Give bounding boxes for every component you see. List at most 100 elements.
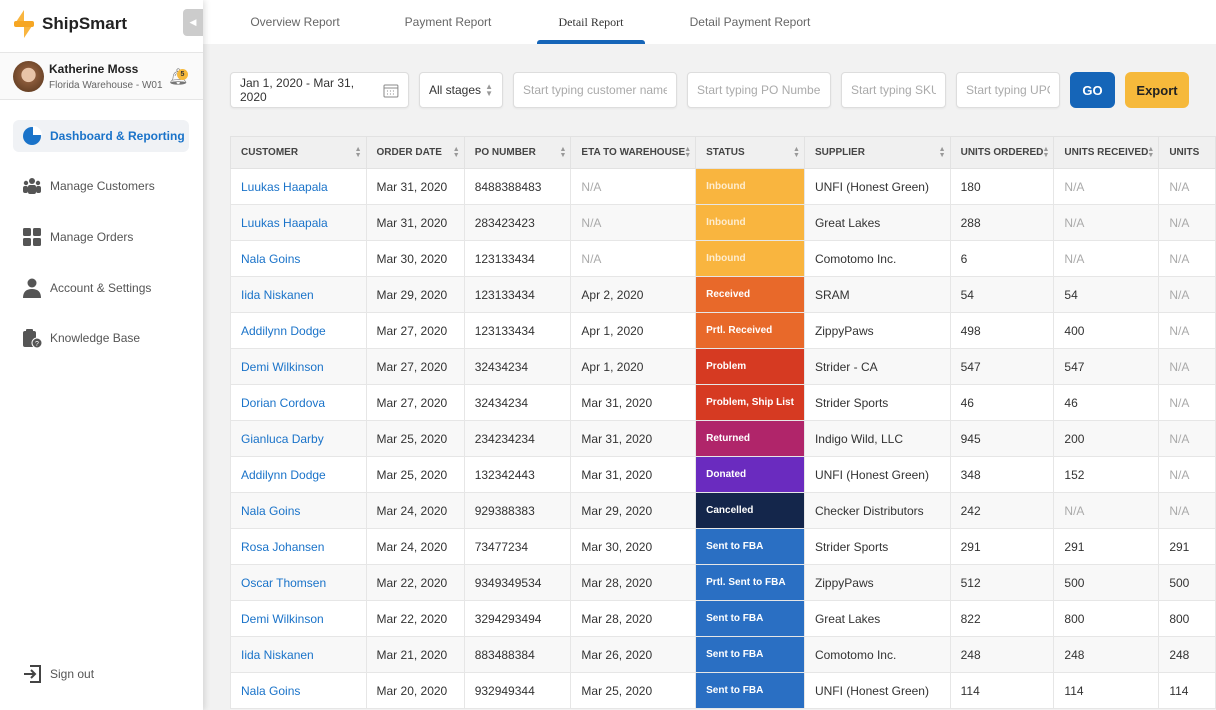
column-header-status[interactable]: STATUS ▲ ▼ — [695, 136, 805, 169]
table-row[interactable]: Addilynn Dodge Mar 27, 2020 123133434 Apr 1… — [230, 312, 1216, 349]
cell-order-date: Mar 24, 2020 — [365, 492, 465, 529]
customer-link[interactable]: Gianluca Darby — [230, 420, 367, 457]
sidebar-item-dashboard[interactable]: Dashboard & Reporting — [13, 120, 189, 152]
cell-eta: N/A — [570, 168, 697, 205]
status-badge: Sent to FBA — [695, 528, 805, 565]
sort-icon[interactable]: ▲ ▼ — [559, 146, 566, 159]
customer-link[interactable]: Nala Goins — [230, 492, 367, 529]
table-row[interactable]: Nala Goins Mar 20, 2020 932949344 Mar 25, 2… — [230, 672, 1216, 709]
sidebar-item-account[interactable]: Account & Settings — [13, 272, 189, 304]
sort-icon[interactable]: ▲ ▼ — [1147, 146, 1154, 159]
sku-search-field[interactable] — [841, 72, 946, 108]
customer-link[interactable]: Luukas Haapala — [230, 168, 367, 205]
customer-link[interactable]: Demi Wilkinson — [230, 600, 367, 637]
table-row[interactable]: Addilynn Dodge Mar 25, 2020 132342443 Mar 3… — [230, 456, 1216, 493]
status-badge: Sent to FBA — [695, 636, 805, 673]
collapse-sidebar-button[interactable]: ◀ — [183, 9, 203, 36]
po-search-field[interactable] — [687, 72, 831, 108]
logo[interactable]: ShipSmart — [12, 8, 127, 40]
export-button[interactable]: Export — [1125, 72, 1189, 108]
cell-order-date: Mar 27, 2020 — [365, 312, 465, 349]
sort-icon[interactable]: ▲ ▼ — [453, 146, 460, 159]
cell-order-date: Mar 24, 2020 — [365, 528, 465, 565]
cell-units-received: 248 — [1053, 636, 1160, 673]
cell-po-number: 283423423 — [463, 204, 572, 241]
sku-search-input[interactable] — [851, 83, 936, 97]
customer-link[interactable]: Dorian Cordova — [230, 384, 367, 421]
table-row[interactable]: Gianluca Darby Mar 25, 2020 234234234 Mar 3… — [230, 420, 1216, 457]
sidebar-item-customers[interactable]: Manage Customers — [13, 170, 189, 202]
upc-search-input[interactable] — [966, 83, 1050, 97]
status-badge: Sent to FBA — [695, 600, 805, 637]
sidebar-item-knowledge-base[interactable]: ? Knowledge Base — [13, 322, 189, 354]
table-row[interactable]: Iida Niskanen Mar 21, 2020 883488384 Mar 26… — [230, 636, 1216, 673]
customer-link[interactable]: Rosa Johansen — [230, 528, 367, 565]
customer-link[interactable]: Addilynn Dodge — [230, 312, 367, 349]
customer-search-input[interactable] — [523, 83, 667, 97]
column-header-supplier[interactable]: SUPPLIER ▲ ▼ — [803, 136, 951, 169]
table-row[interactable]: Nala Goins Mar 24, 2020 929388383 Mar 29, 2… — [230, 492, 1216, 529]
stage-select[interactable]: All stages ▲ ▼ — [419, 72, 503, 108]
table-row[interactable]: Demi Wilkinson Mar 27, 2020 32434234 Apr 1,… — [230, 348, 1216, 385]
cell-order-date: Mar 30, 2020 — [365, 240, 465, 277]
customer-link[interactable]: Nala Goins — [230, 672, 367, 709]
table-row[interactable]: Oscar Thomsen Mar 22, 2020 9349349534 Mar 2… — [230, 564, 1216, 601]
cell-units: N/A — [1158, 420, 1216, 457]
customer-link[interactable]: Iida Niskanen — [230, 636, 367, 673]
cell-eta: Apr 1, 2020 — [570, 348, 697, 385]
sidebar-item-orders[interactable]: Manage Orders — [13, 221, 189, 253]
po-search-input[interactable] — [697, 83, 821, 97]
upc-search-field[interactable] — [956, 72, 1060, 108]
customer-link[interactable]: Demi Wilkinson — [230, 348, 367, 385]
column-header-label: SUPPLIER — [814, 147, 865, 158]
customer-link[interactable]: Iida Niskanen — [230, 276, 367, 313]
cell-supplier: ZippyPaws — [803, 564, 951, 601]
users-icon — [23, 178, 41, 194]
column-header-units[interactable]: UNITS — [1158, 136, 1216, 169]
cell-units-ordered: 291 — [949, 528, 1055, 565]
table-row[interactable]: Dorian Cordova Mar 27, 2020 32434234 Mar 31… — [230, 384, 1216, 421]
cell-supplier: Great Lakes — [803, 204, 951, 241]
user-profile[interactable]: Katherine Moss Florida Warehouse - W01 🔔… — [0, 52, 203, 100]
table-row[interactable]: Rosa Johansen Mar 24, 2020 73477234 Mar 30,… — [230, 528, 1216, 565]
column-header-units-received[interactable]: UNITS RECEIVED ▲ ▼ — [1053, 136, 1160, 169]
column-header-po-number[interactable]: PO NUMBER ▲ ▼ — [463, 136, 572, 169]
column-header-label: UNITS ORDERED — [960, 147, 1044, 158]
date-range-picker[interactable]: Jan 1, 2020 - Mar 31, 2020 — [230, 72, 409, 108]
table-row[interactable]: Luukas Haapala Mar 31, 2020 283423423 N/A In… — [230, 204, 1216, 241]
tab-detail-report[interactable]: Detail Report — [537, 0, 645, 44]
sort-icon[interactable]: ▲ ▼ — [793, 146, 800, 159]
tab-overview-report[interactable]: Overview Report — [230, 0, 360, 44]
column-header-units-ordered[interactable]: UNITS ORDERED ▲ ▼ — [949, 136, 1055, 169]
customer-link[interactable]: Luukas Haapala — [230, 204, 367, 241]
tab-payment-report[interactable]: Payment Report — [388, 0, 508, 44]
table-row[interactable]: Nala Goins Mar 30, 2020 123133434 N/A Inboun… — [230, 240, 1216, 277]
table-row[interactable]: Demi Wilkinson Mar 22, 2020 3294293494 Mar … — [230, 600, 1216, 637]
cell-units: N/A — [1158, 240, 1216, 277]
pie-chart-icon — [23, 126, 42, 145]
customer-link[interactable]: Oscar Thomsen — [230, 564, 367, 601]
go-button[interactable]: GO — [1070, 72, 1115, 108]
status-badge: Prtl. Sent to FBA — [695, 564, 805, 601]
date-range-value: Jan 1, 2020 - Mar 31, 2020 — [240, 76, 355, 104]
sort-icon[interactable]: ▲ ▼ — [1042, 146, 1049, 159]
sort-icon[interactable]: ▲ ▼ — [684, 146, 691, 159]
cell-eta: Apr 1, 2020 — [570, 312, 697, 349]
column-header-order-date[interactable]: ORDER DATE ▲ ▼ — [365, 136, 465, 169]
select-arrows-icon: ▲ ▼ — [485, 82, 493, 98]
sort-icon[interactable]: ▲ ▼ — [355, 146, 362, 159]
sidebar-item-label: Account & Settings — [50, 281, 152, 295]
status-badge: Donated — [695, 456, 805, 493]
table-row[interactable]: Luukas Haapala Mar 31, 2020 8488388483 N/A I… — [230, 168, 1216, 205]
cell-units-received: 500 — [1053, 564, 1160, 601]
column-header-label: STATUS — [706, 147, 745, 158]
customer-search-field[interactable] — [513, 72, 677, 108]
table-row[interactable]: Iida Niskanen Mar 29, 2020 123133434 Apr 2,… — [230, 276, 1216, 313]
customer-link[interactable]: Nala Goins — [230, 240, 367, 277]
tab-detail-payment-report[interactable]: Detail Payment Report — [673, 0, 827, 44]
customer-link[interactable]: Addilynn Dodge — [230, 456, 367, 493]
column-header-eta-to-warehouse[interactable]: ETA TO WAREHOUSE ▲ ▼ — [570, 136, 697, 169]
column-header-customer[interactable]: CUSTOMER ▲ ▼ — [230, 136, 367, 169]
sign-out-button[interactable]: Sign out — [13, 658, 189, 690]
sort-icon[interactable]: ▲ ▼ — [939, 146, 946, 159]
